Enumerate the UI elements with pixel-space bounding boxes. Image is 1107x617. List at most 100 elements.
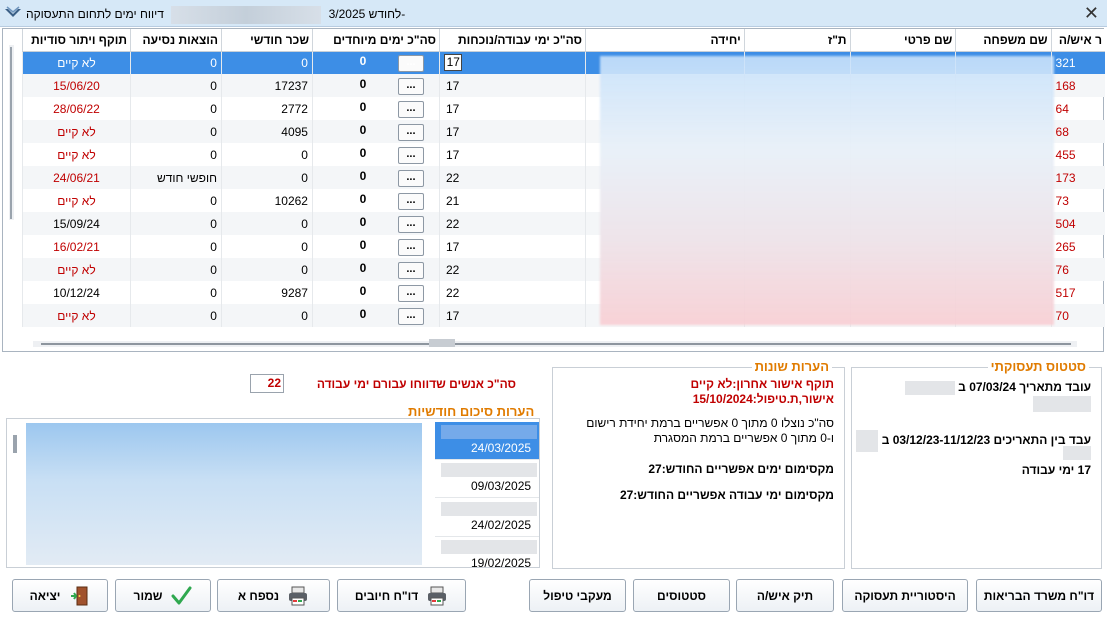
work-days-cell: 22	[438, 212, 586, 235]
redacted-note-text	[26, 423, 422, 565]
confidentiality-validity-cell: לא קיים	[22, 51, 131, 74]
confidentiality-validity-cell: לא קיים	[22, 120, 131, 143]
salary-cell: 4095	[220, 120, 313, 143]
grid-column-header[interactable]: שכר חודשי	[220, 29, 313, 52]
notes-line-4: ו-0 מתוך 0 אפשריים ברמת המסגרת	[653, 431, 834, 445]
charges-report-button[interactable]: דו"ח חיובים	[337, 579, 466, 612]
monthly-scrollbar[interactable]	[13, 435, 17, 453]
special-days-value: 0	[359, 145, 367, 160]
employee-id-cell: 321	[1050, 51, 1105, 74]
special-days-button[interactable]: ...	[397, 169, 424, 187]
travel-expenses-cell: 0	[129, 74, 222, 97]
special-days-cell: ... 0	[311, 281, 440, 304]
horizontal-scrollbar[interactable]	[33, 339, 1077, 347]
work-days-cell[interactable]: 17	[438, 51, 586, 74]
salary-cell: 0	[220, 304, 313, 327]
grid-column-header[interactable]: שם פרטי	[849, 29, 956, 52]
work-days-cell: 22	[438, 166, 586, 189]
employee-id-cell: 455	[1050, 143, 1105, 166]
grid-column-header[interactable]: ת"ז	[743, 29, 850, 52]
grid-column-header[interactable]: הוצאות נסיעה	[129, 29, 222, 52]
monthly-note-item[interactable]: 09/03/2025	[435, 460, 539, 498]
monthly-note-item[interactable]: 24/03/2025	[435, 422, 539, 460]
work-days-cell: 17	[438, 235, 586, 258]
exit-door-icon	[71, 586, 88, 605]
special-days-value: 0	[359, 99, 367, 114]
app-logo-icon	[5, 6, 21, 17]
employee-id-cell: 73	[1050, 189, 1105, 212]
close-icon[interactable]: ✕	[1084, 3, 1099, 23]
employee-id-cell: 168	[1050, 74, 1105, 97]
travel-expenses-cell: 0	[129, 143, 222, 166]
confidentiality-validity-cell: לא קיים	[22, 189, 131, 212]
confidentiality-validity-cell: לא קיים	[22, 304, 131, 327]
employee-id-cell: 517	[1050, 281, 1105, 304]
special-days-value: 0	[359, 306, 367, 321]
special-days-button[interactable]: ...	[397, 215, 424, 233]
travel-expenses-cell: 0	[129, 281, 222, 304]
travel-expenses-cell: 0	[129, 304, 222, 327]
grid-column-header[interactable]: סה"כ ימי עבודה/נוכחות	[438, 29, 586, 52]
monthly-note-item[interactable]: 24/02/2025	[435, 499, 539, 537]
redacted-name	[171, 6, 322, 24]
special-days-cell: ... 0	[311, 189, 440, 212]
notes-line-3: סה"כ נוצלו 0 מתוך 0 אפשריים ברמת יחידת ר…	[586, 416, 834, 430]
title-suffix: לחודש 3/2025	[328, 7, 402, 22]
vertical-scrollbar[interactable]	[9, 45, 14, 220]
salary-cell: 9287	[220, 281, 313, 304]
special-days-button[interactable]: ...	[397, 123, 424, 141]
notes-line-6: מקסימום ימי עבודה אפשריים החודש:27	[619, 488, 834, 502]
travel-expenses-cell: 0	[129, 235, 222, 258]
special-days-cell: ... 0	[311, 258, 440, 281]
printer-icon	[428, 586, 447, 605]
grid-column-header[interactable]: תוקף ויתור סודיות	[22, 29, 131, 52]
employee-id-cell: 504	[1050, 212, 1105, 235]
salary-cell: 0	[220, 51, 313, 74]
special-days-button[interactable]: ...	[397, 284, 424, 302]
person-file-button[interactable]: תיק איש/ה	[736, 579, 834, 612]
save-button[interactable]: שמור	[115, 579, 211, 612]
employee-id-cell: 265	[1050, 235, 1105, 258]
care-tracking-button[interactable]: מעקבי טיפול	[529, 579, 626, 612]
special-days-cell: ... 0	[311, 74, 440, 97]
special-days-cell: ... 0	[311, 143, 440, 166]
health-ministry-report-button[interactable]: דו"ח משרד הבריאות	[976, 579, 1102, 612]
confidentiality-validity-cell: 15/09/24	[22, 212, 131, 235]
confidentiality-validity-cell: 10/12/24	[22, 281, 131, 304]
appendix-a-button[interactable]: נספח א	[217, 579, 330, 612]
work-days-cell: 22	[438, 281, 586, 304]
special-days-button[interactable]: ...	[397, 77, 424, 95]
special-days-cell: ... 0	[311, 120, 440, 143]
special-days-button[interactable]: ...	[397, 100, 424, 118]
special-days-button[interactable]: ...	[397, 261, 424, 279]
work-days-input[interactable]: 17	[443, 54, 462, 72]
work-days-cell: 17	[438, 97, 586, 120]
checkmark-icon	[171, 586, 192, 604]
confidentiality-validity-cell: 16/02/21	[22, 235, 131, 258]
employment-status-title: סטטוס תעסוקתי	[987, 359, 1089, 374]
salary-cell: 0	[220, 235, 313, 258]
notes-line-5: מקסימום ימים אפשריים החודש:27	[648, 462, 834, 476]
special-days-button[interactable]: ...	[397, 146, 424, 164]
work-days-cell: 17	[438, 143, 586, 166]
grid-column-header[interactable]: שם משפחה	[955, 29, 1052, 52]
special-days-cell: ... 0	[311, 304, 440, 327]
special-days-value: 0	[359, 214, 367, 229]
grid-column-header[interactable]: סה"כ ימים מיוחדים	[311, 29, 440, 52]
travel-expenses-cell: 0	[129, 258, 222, 281]
grid-column-header[interactable]: יחידה	[584, 29, 745, 52]
special-days-button[interactable]: ...	[397, 54, 424, 72]
special-days-button[interactable]: ...	[397, 307, 424, 325]
salary-cell: 17237	[220, 74, 313, 97]
work-days-cell: 17	[438, 304, 586, 327]
special-days-button[interactable]: ...	[397, 192, 424, 210]
exit-button[interactable]: יציאה	[12, 579, 108, 612]
salary-cell: 0	[220, 258, 313, 281]
monthly-note-item[interactable]: 19/02/2025	[435, 537, 539, 570]
grid-column-header[interactable]: ר איש/ה	[1050, 29, 1105, 52]
statuses-button[interactable]: סטטוסים	[633, 579, 730, 612]
special-days-button[interactable]: ...	[397, 238, 424, 256]
special-days-value: 0	[359, 53, 367, 68]
special-days-value: 0	[359, 191, 367, 206]
employment-history-button[interactable]: היסטוריית תעסוקה	[842, 579, 968, 612]
